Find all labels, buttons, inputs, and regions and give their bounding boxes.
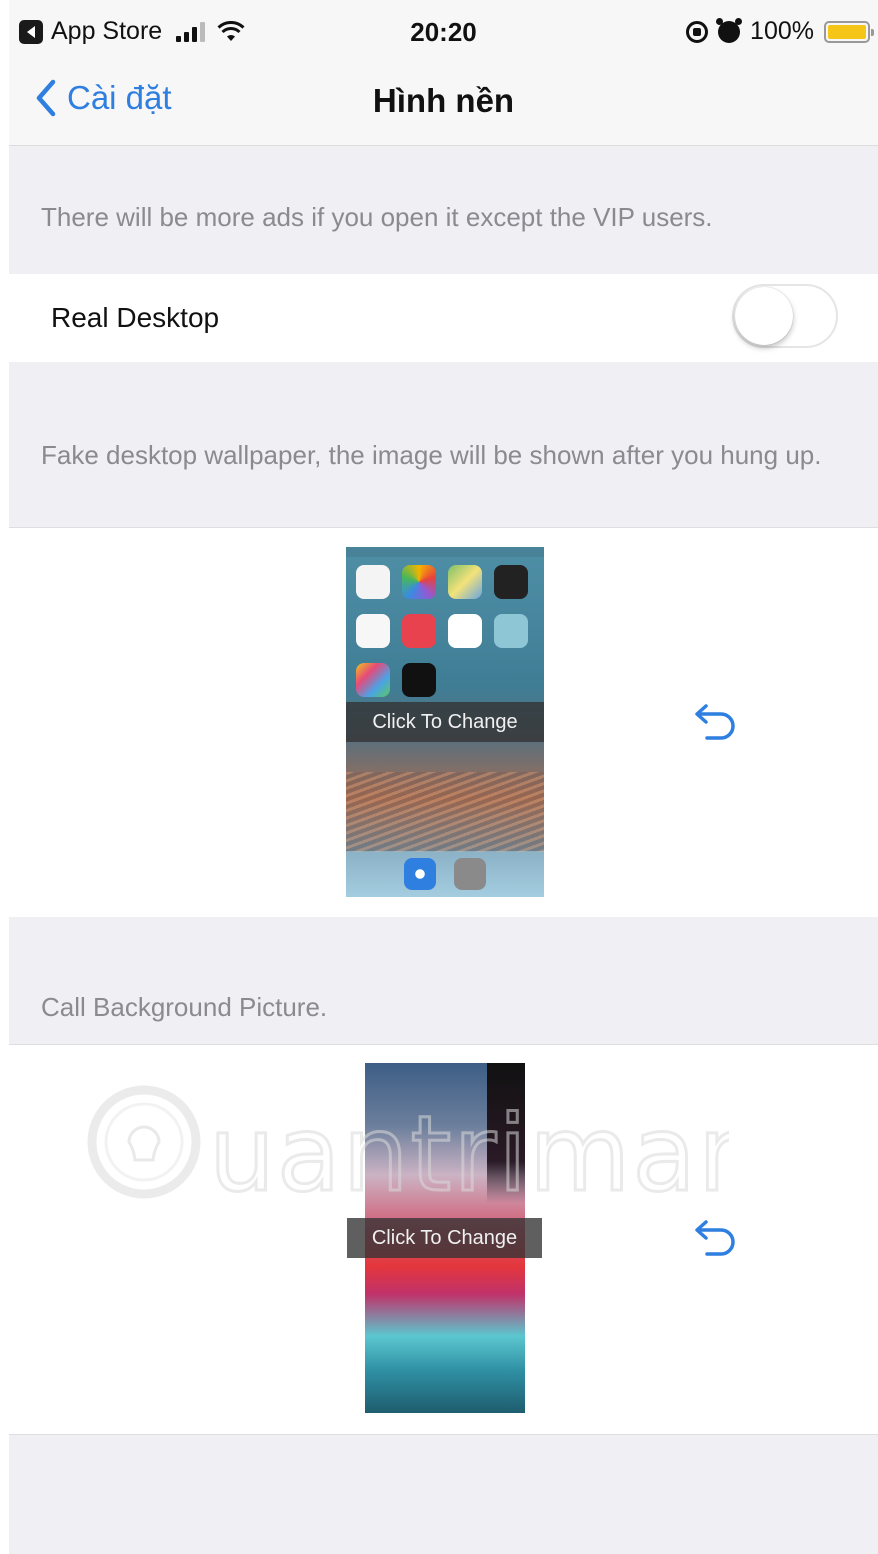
status-right: 100% (686, 17, 874, 46)
calendar-app-icon (356, 565, 390, 599)
real-desktop-cell: Real Desktop (9, 274, 878, 362)
fake-desktop-note: Fake desktop wallpaper, the image will b… (41, 440, 822, 470)
settings-app-icon (454, 858, 486, 890)
health-app-icon (448, 614, 482, 648)
fake-desktop-change-button[interactable]: Click To Change (346, 702, 544, 742)
game-center-app-icon (356, 663, 390, 697)
back-button[interactable]: Cài đặt (31, 78, 172, 118)
divider (9, 527, 878, 528)
photos-app-icon (402, 565, 436, 599)
wifi-icon (217, 20, 245, 43)
call-background-note: Call Background Picture. (41, 992, 328, 1022)
reminders-app-icon (356, 614, 390, 648)
rotation-lock-icon (686, 20, 709, 43)
back-to-app-icon[interactable] (19, 19, 43, 44)
wallpaper-settings-screen: App Store 20:20 100% Cài đặt Hình nền Th… (9, 0, 878, 1554)
thumbnail-shadow (487, 1063, 525, 1203)
real-desktop-label: Real Desktop (51, 302, 220, 333)
folder-app-icon (494, 614, 528, 648)
chevron-left-icon (36, 79, 56, 117)
status-bar: App Store 20:20 100% (9, 0, 878, 60)
watch-app-icon (402, 663, 436, 697)
alarm-icon (716, 17, 743, 43)
undo-arrow-icon[interactable] (689, 702, 739, 744)
wallet-app-icon (494, 565, 528, 599)
status-left: App Store (19, 17, 245, 46)
status-carrier[interactable]: App Store (51, 17, 162, 46)
cellular-signal-icon (176, 21, 206, 42)
safari-app-icon (404, 858, 436, 890)
real-desktop-toggle[interactable] (732, 284, 838, 348)
mini-app-grid (356, 565, 528, 697)
mini-status-bar (346, 547, 544, 557)
undo-arrow-icon[interactable] (689, 1218, 739, 1260)
mini-dock (346, 851, 544, 897)
battery-icon (824, 20, 874, 43)
ads-note: There will be more ads if you open it ex… (41, 202, 713, 232)
toggle-knob (735, 287, 793, 345)
call-background-change-button[interactable]: Click To Change (347, 1218, 542, 1258)
wallpaper-dunes (346, 772, 544, 852)
back-button-label: Cài đặt (67, 79, 172, 116)
maps-app-icon (448, 565, 482, 599)
photo-booth-app-icon (402, 614, 436, 648)
divider (9, 1434, 878, 1435)
divider (9, 1044, 878, 1045)
battery-percent: 100% (750, 17, 814, 45)
navigation-bar: Cài đặt Hình nền (9, 60, 878, 146)
